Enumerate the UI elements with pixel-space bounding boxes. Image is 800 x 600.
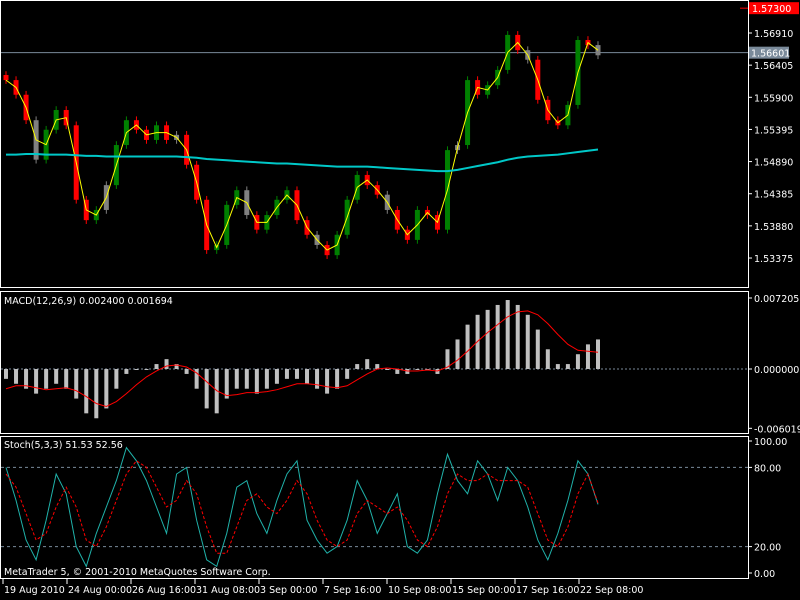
time-tick-label: 26 Aug 16:00 bbox=[132, 585, 196, 596]
price-tick-label: 1.54890 bbox=[754, 158, 793, 169]
macd-histogram-bar bbox=[164, 359, 169, 369]
time-tick-label: 15 Sep 00:00 bbox=[452, 585, 515, 596]
macd-tick-label: 0.000000 bbox=[754, 365, 799, 376]
macd-histogram-bar bbox=[134, 369, 139, 370]
stoch-tick-label: 20.00 bbox=[754, 543, 781, 554]
high-price-label: 1.57300 bbox=[752, 4, 791, 15]
macd-histogram-bar bbox=[345, 369, 350, 379]
stoch-main-line bbox=[5, 446, 599, 568]
macd-histogram-bar bbox=[14, 369, 19, 384]
macd-tick-label: -0.006019 bbox=[754, 424, 800, 435]
macd-histogram-bar bbox=[274, 369, 279, 384]
time-tick-label: 7 Sep 16:00 bbox=[324, 585, 381, 596]
price-panel[interactable] bbox=[1, 7, 748, 259]
macd-histogram-bar bbox=[114, 369, 119, 389]
macd-histogram-bar bbox=[254, 369, 259, 394]
price-tick-label: 1.56910 bbox=[754, 29, 793, 40]
price-tick-label: 1.55395 bbox=[754, 125, 793, 136]
price-tick-label: 1.54385 bbox=[754, 190, 793, 201]
macd-histogram-bar bbox=[34, 369, 39, 394]
macd-histogram-bar bbox=[465, 324, 470, 369]
candle-body bbox=[595, 45, 601, 56]
macd-histogram-bar bbox=[315, 369, 320, 389]
price-tick-label: 1.53375 bbox=[754, 254, 793, 265]
macd-histogram-bar bbox=[124, 369, 129, 374]
macd-histogram-bar bbox=[495, 304, 500, 369]
macd-histogram-bar bbox=[505, 300, 510, 369]
macd-histogram-bar bbox=[305, 369, 310, 384]
macd-histogram-bar bbox=[565, 364, 570, 369]
macd-histogram-bar bbox=[375, 364, 380, 369]
macd-histogram-bar bbox=[104, 369, 109, 409]
macd-histogram-bar bbox=[355, 364, 360, 369]
time-tick-label: 17 Sep 16:00 bbox=[516, 585, 579, 596]
macd-histogram-bar bbox=[94, 369, 99, 419]
macd-histogram-bar bbox=[64, 369, 69, 389]
macd-histogram-bar bbox=[535, 329, 540, 369]
price-tick-label: 1.56405 bbox=[754, 61, 793, 72]
macd-histogram-bar bbox=[585, 344, 590, 369]
macd-histogram-bar bbox=[545, 349, 550, 369]
macd-histogram-bar bbox=[325, 369, 330, 394]
time-tick-label: 31 Aug 08:00 bbox=[196, 585, 260, 596]
macd-histogram-bar bbox=[54, 369, 59, 384]
copyright-text: MetaTrader 5, © 2001-2010 MetaQuotes Sof… bbox=[4, 567, 271, 578]
macd-histogram-bar bbox=[284, 369, 289, 379]
macd-histogram-bar bbox=[294, 369, 299, 379]
bid-price-label: 1.56601 bbox=[751, 49, 790, 60]
macd-panel[interactable] bbox=[1, 300, 748, 419]
time-tick-label: 24 Aug 00:00 bbox=[68, 585, 132, 596]
macd-histogram-bar bbox=[44, 369, 49, 389]
macd-histogram-bar bbox=[455, 339, 460, 369]
time-tick-label: 22 Sep 08:00 bbox=[580, 585, 643, 596]
time-tick-label: 19 Aug 2010 bbox=[4, 585, 65, 596]
time-tick-label: 3 Sep 00:00 bbox=[260, 585, 317, 596]
macd-histogram-bar bbox=[144, 369, 149, 370]
macd-histogram-bar bbox=[335, 369, 340, 389]
chart-canvas[interactable]: 1.56910 1.56405 1.55900 1.55395 1.54890 1.543… bbox=[0, 0, 800, 600]
macd-histogram-bar bbox=[184, 369, 189, 374]
macd-histogram-bar bbox=[485, 309, 490, 369]
panel-frames bbox=[0, 0, 749, 579]
macd-histogram-bar bbox=[515, 304, 520, 369]
macd-histogram-bar bbox=[415, 369, 420, 370]
stoch-panel[interactable] bbox=[1, 446, 748, 568]
macd-histogram-bar bbox=[234, 369, 239, 389]
stoch-tick-label: 80.00 bbox=[754, 463, 781, 474]
macd-histogram-bar bbox=[84, 369, 89, 414]
price-tick-label: 1.55900 bbox=[754, 93, 793, 104]
macd-histogram-bar bbox=[575, 354, 580, 369]
candle-body bbox=[3, 75, 9, 81]
macd-histogram-bar bbox=[555, 364, 560, 369]
macd-histogram-bar bbox=[244, 369, 249, 389]
macd-histogram-bar bbox=[385, 369, 390, 370]
time-tick-label: 10 Sep 08:00 bbox=[388, 585, 451, 596]
macd-tick-label: 0.007205 bbox=[754, 294, 799, 305]
macd-histogram-bar bbox=[74, 369, 79, 399]
macd-histogram-bar bbox=[154, 364, 159, 369]
slow-ma-line bbox=[6, 148, 599, 173]
macd-histogram-bar bbox=[204, 369, 209, 409]
stoch-tick-label: 100.00 bbox=[754, 437, 787, 448]
stoch-tick-label: 0.00 bbox=[754, 569, 775, 580]
macd-histogram-bar bbox=[224, 369, 229, 399]
macd-histogram-bar bbox=[264, 369, 269, 389]
macd-histogram-bar bbox=[596, 339, 600, 369]
macd-histogram-bar bbox=[4, 369, 8, 379]
macd-label: MACD(12,26,9) 0.002400 0.001694 bbox=[4, 296, 173, 307]
stoch-label: Stoch(5,3,3) 51.53 52.56 bbox=[4, 440, 123, 451]
macd-histogram-bar bbox=[525, 314, 530, 369]
macd-histogram-bar bbox=[365, 359, 370, 369]
price-tick-label: 1.53880 bbox=[754, 222, 793, 233]
